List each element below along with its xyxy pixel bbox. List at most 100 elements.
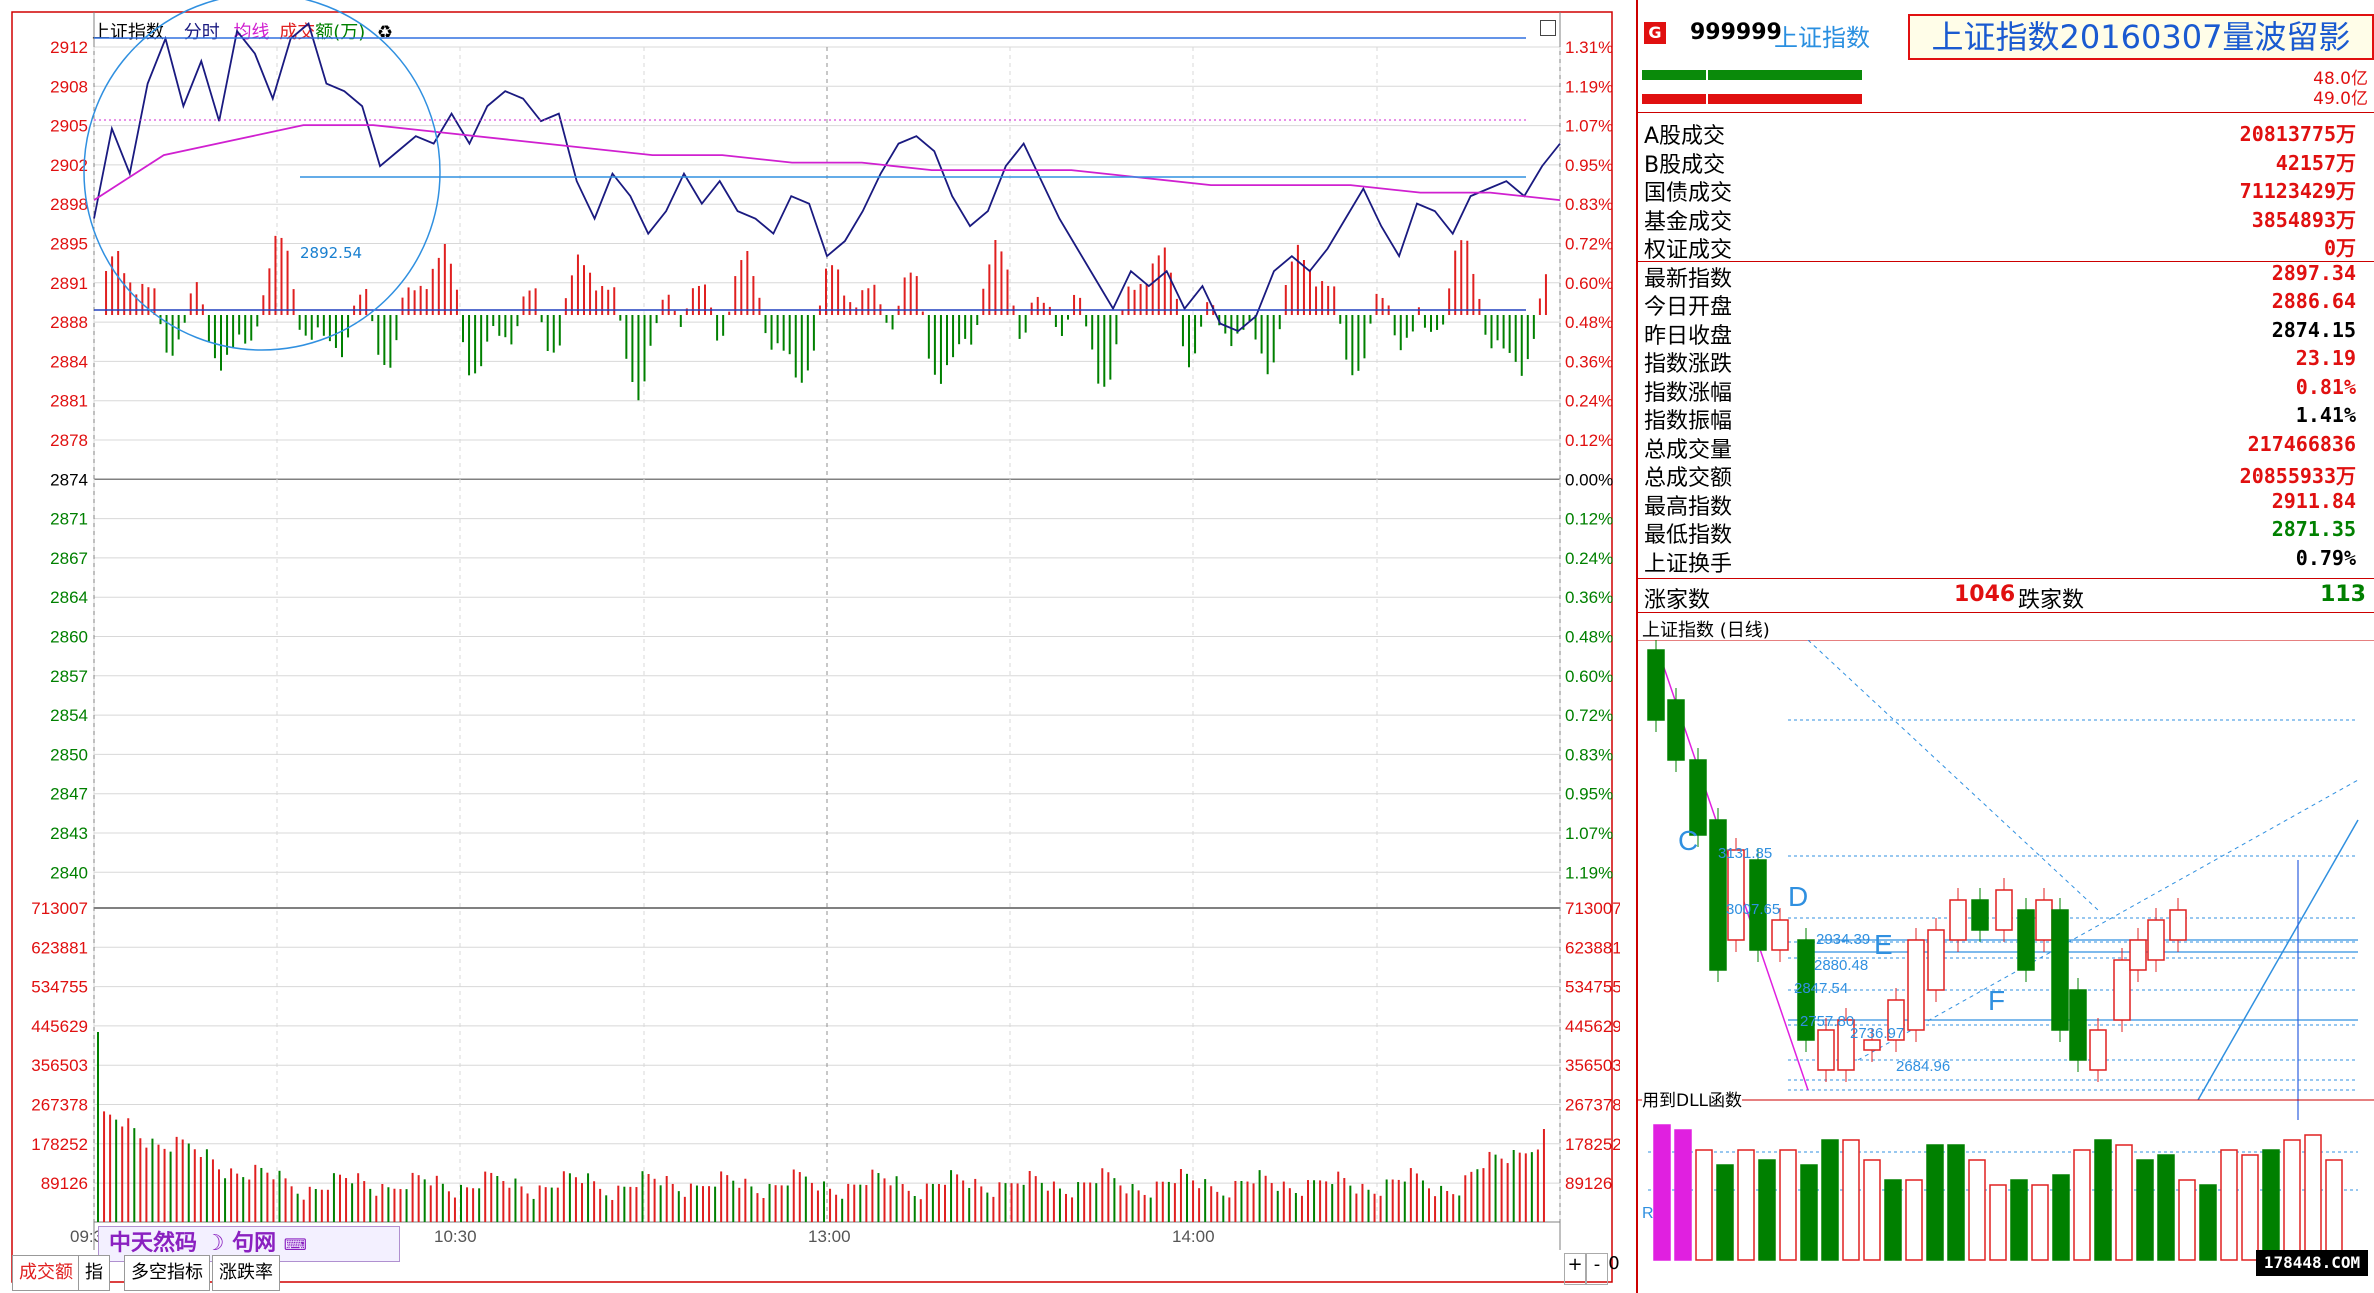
vol-tick: 178252 — [31, 1135, 88, 1154]
stat-value: 3854893万 — [2251, 207, 2356, 232]
watermark-text: 中天然码 — [109, 1231, 198, 1256]
stat-label: 基金成交 — [1644, 209, 1733, 235]
tab-zhi[interactable]: 指 — [78, 1255, 110, 1291]
zoom-reset-button[interactable]: 0 — [1608, 1253, 1620, 1283]
vol-tick: 356503 — [31, 1056, 88, 1075]
candle-body — [1647, 649, 1665, 721]
stat-label: 上证换手 — [1644, 551, 1733, 577]
stat-label: 昨日收盘 — [1644, 323, 1733, 349]
price-tick: 2874 — [50, 470, 88, 489]
stat-row: 指数涨幅 0.81% — [1642, 375, 2362, 406]
stat-value: 42157万 — [2275, 150, 2356, 175]
daily-volume-bar — [1905, 1179, 1923, 1261]
sell-bar — [1642, 94, 1706, 104]
stat-value: 2871.35 — [2271, 517, 2356, 541]
tab-chengjiaoe[interactable]: 成交额 — [12, 1255, 80, 1291]
price-tick: 2888 — [50, 313, 88, 332]
price-tick: 2912 — [50, 38, 88, 57]
bar-val-2: 49.0亿 — [2313, 89, 2368, 109]
vol-tick-right: 534755 — [1565, 978, 1620, 997]
buy-bar — [1642, 70, 1706, 80]
daily-volume-bar — [2010, 1179, 2028, 1261]
vol-tick: 267378 — [31, 1096, 88, 1115]
divider — [1638, 578, 2374, 579]
pct-tick: 0.72% — [1565, 235, 1613, 254]
tab-duokong[interactable]: 多空指标 — [124, 1255, 210, 1291]
stat-value: 23.19 — [2295, 346, 2356, 370]
pct-tick: 0.48% — [1565, 313, 1613, 332]
stat-row: 指数涨跌 23.19 — [1642, 346, 2362, 377]
daily-volume-bar — [1674, 1129, 1692, 1261]
price-tick: 2857 — [50, 667, 88, 686]
pct-tick: 1.31% — [1565, 38, 1613, 57]
vol-tick-right: 178252 — [1565, 1135, 1620, 1154]
candle-body — [2035, 899, 2053, 941]
stat-row: 基金成交 3854893万 — [1642, 204, 2362, 235]
stat-row: 权证成交 0万 — [1642, 232, 2362, 263]
tab-zhangdie[interactable]: 涨跌率 — [212, 1255, 280, 1291]
zoom-in-button[interactable]: + — [1564, 1253, 1586, 1285]
vol-tick-right: 356503 — [1565, 1056, 1620, 1075]
price-tick: 2860 — [50, 628, 88, 647]
price-tick: 2840 — [50, 863, 88, 882]
pct-tick: 0.95% — [1565, 156, 1613, 175]
vol-tick-right: 713007 — [1565, 899, 1620, 918]
dll-label: 用到DLL函数 — [1642, 1086, 1743, 1111]
price-tick: 2898 — [50, 195, 88, 214]
buy-bar-2 — [1708, 70, 1862, 80]
g-badge: G — [1644, 22, 1666, 44]
pct-tick: 0.36% — [1565, 352, 1613, 371]
vol-tick: 713007 — [31, 899, 88, 918]
price-label: 3131.85 — [1718, 845, 1772, 862]
candle-body — [1689, 759, 1707, 836]
daily-volume-bar — [2262, 1149, 2280, 1261]
pct-tick: 0.72% — [1565, 706, 1613, 725]
low-marker: 2892.54 — [300, 244, 363, 262]
daily-volume-bar — [2241, 1154, 2259, 1261]
wave-label: E — [1874, 929, 1893, 960]
screenshot-title: 上证指数20160307量波留影 — [1908, 14, 2374, 60]
stat-row: 总成交量 217466836 — [1642, 432, 2362, 463]
stat-label: 最低指数 — [1644, 523, 1733, 548]
vol-tick-right: 445629 — [1565, 1017, 1620, 1036]
price-tick: 2884 — [50, 352, 88, 371]
stat-label: 权证成交 — [1644, 238, 1733, 263]
channel-line — [1807, 640, 2099, 911]
site-watermark: 178448.COM — [2256, 1250, 2368, 1276]
price-label: 3007.65 — [1726, 901, 1780, 918]
pct-tick: 1.07% — [1565, 117, 1613, 136]
stat-value: 71123429万 — [2239, 179, 2356, 203]
candle-body — [1907, 939, 1925, 1031]
stat-value: 0.79% — [2295, 545, 2356, 570]
stat-label: A股成交 — [1644, 124, 1726, 149]
pct-tick: 0.12% — [1565, 431, 1613, 450]
vol-tick-right: 89126 — [1565, 1174, 1612, 1193]
daily-volume-bar — [1926, 1144, 1944, 1261]
price-tick: 2847 — [50, 785, 88, 804]
up-count: 1046 — [1954, 582, 2016, 607]
candle-body — [2129, 939, 2147, 971]
quote-header: G 999999 上证指数 上证指数20160307量波留影 — [1638, 14, 2374, 60]
candle-body — [2069, 989, 2087, 1061]
channel-line — [2197, 819, 2359, 1101]
time-tick: 13:00 — [808, 1227, 851, 1246]
daily-volume-bar — [2052, 1174, 2070, 1261]
daily-volume-bar — [2325, 1159, 2343, 1261]
price-tick: 2878 — [50, 431, 88, 450]
daily-volume-bar — [1821, 1139, 1839, 1261]
daily-volume-bar — [2094, 1139, 2112, 1261]
stat-row: 最低指数 2871.35 — [1642, 517, 2362, 548]
price-tick: 2902 — [50, 156, 88, 175]
stock-code: 999999 — [1690, 20, 1782, 45]
zoom-out-button[interactable]: - — [1586, 1253, 1608, 1285]
candle-body — [1971, 899, 1989, 931]
daily-volume-bar — [2157, 1154, 2175, 1261]
time-tick: 10:30 — [434, 1227, 477, 1246]
pct-tick: 0.12% — [1565, 510, 1613, 529]
stat-row: A股成交 20813775万 — [1642, 118, 2362, 149]
price-tick: 2867 — [50, 549, 88, 568]
vol-tick: 445629 — [31, 1017, 88, 1036]
daily-volume-bar — [2199, 1184, 2217, 1261]
stat-label: 今日开盘 — [1644, 295, 1733, 320]
price-label: 2736.97 — [1850, 1025, 1904, 1042]
